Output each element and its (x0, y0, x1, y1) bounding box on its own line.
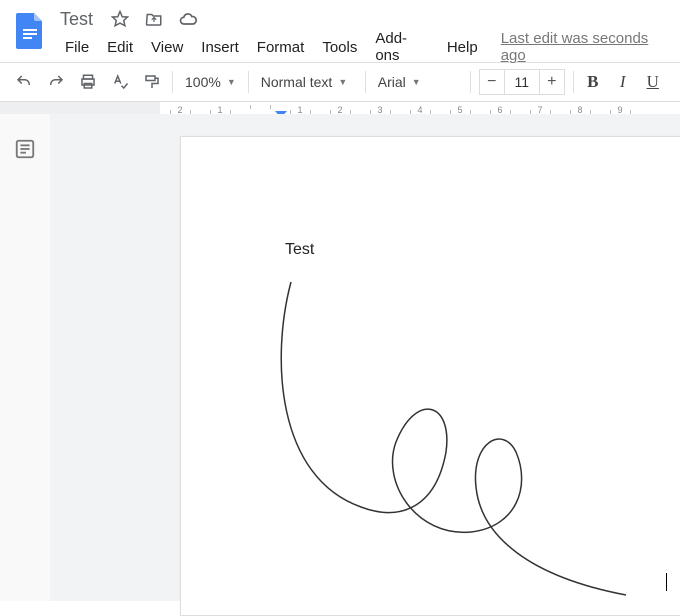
font-size-input[interactable] (505, 69, 539, 95)
ruler-tick: 9 (600, 105, 640, 115)
font-size-increase-button[interactable]: + (539, 69, 565, 95)
toolbar-separator (573, 71, 574, 93)
ruler-tick: 5 (440, 105, 480, 115)
menu-edit[interactable]: Edit (98, 35, 142, 60)
ruler-tick: 7 (520, 105, 560, 115)
scribble-drawing (271, 277, 671, 607)
menu-format[interactable]: Format (248, 35, 314, 60)
redo-button[interactable] (40, 67, 72, 97)
last-edit-link[interactable]: Last edit was seconds ago (487, 30, 670, 64)
menu-bar: File Edit View Insert Format Tools Add-o… (56, 32, 670, 62)
app-header: Test File Edit View Insert Format Tools … (0, 0, 680, 62)
star-icon[interactable] (109, 8, 131, 30)
italic-button[interactable]: I (608, 67, 638, 97)
font-value: Arial (378, 74, 406, 90)
bold-button[interactable]: B (578, 67, 608, 97)
title-row: Test (56, 6, 670, 32)
ruler-tick: 1 (200, 105, 240, 115)
left-sidebar (0, 114, 50, 601)
ruler-tick: 4 (400, 105, 440, 115)
underline-button[interactable]: U (638, 67, 668, 97)
paint-format-button[interactable] (136, 67, 168, 97)
caret-down-icon: ▼ (412, 77, 421, 87)
text-cursor (666, 573, 667, 591)
ruler-tick: 2 (160, 105, 200, 115)
undo-button[interactable] (8, 67, 40, 97)
document-title[interactable]: Test (56, 9, 97, 30)
font-dropdown[interactable]: Arial ▼ (370, 67, 466, 97)
caret-down-icon: ▼ (227, 77, 236, 87)
caret-down-icon: ▼ (338, 77, 347, 87)
toolbar-separator (248, 71, 249, 93)
menu-addons[interactable]: Add-ons (366, 26, 438, 68)
menu-help[interactable]: Help (438, 35, 487, 60)
spellcheck-button[interactable] (104, 67, 136, 97)
docs-logo[interactable] (10, 6, 50, 56)
toolbar-separator (365, 71, 366, 93)
body-text[interactable]: Test (285, 241, 314, 259)
document-page[interactable]: Test (180, 136, 680, 616)
outline-icon[interactable] (14, 138, 36, 601)
font-size-decrease-button[interactable]: − (479, 69, 505, 95)
title-area: Test File Edit View Insert Format Tools … (50, 6, 670, 62)
zoom-dropdown[interactable]: 100% ▼ (177, 67, 244, 97)
font-size-group: − + (479, 69, 565, 95)
cloud-status-icon[interactable] (177, 8, 199, 30)
menu-tools[interactable]: Tools (313, 35, 366, 60)
style-value: Normal text (261, 74, 333, 90)
styles-dropdown[interactable]: Normal text ▼ (253, 67, 361, 97)
toolbar-separator (470, 71, 471, 93)
move-icon[interactable] (143, 8, 165, 30)
toolbar-separator (172, 71, 173, 93)
ruler-tick: 6 (480, 105, 520, 115)
toolbar: 100% ▼ Normal text ▼ Arial ▼ − + B I U (0, 62, 680, 102)
workspace: Test (0, 114, 680, 601)
menu-insert[interactable]: Insert (192, 35, 248, 60)
print-button[interactable] (72, 67, 104, 97)
ruler-background: 2 1 1 2 3 4 5 6 7 8 9 (0, 102, 680, 114)
ruler-tick: 8 (560, 105, 600, 115)
ruler-tick: 2 (320, 105, 360, 115)
ruler-tick: 3 (360, 105, 400, 115)
menu-file[interactable]: File (56, 35, 98, 60)
zoom-value: 100% (185, 74, 221, 90)
menu-view[interactable]: View (142, 35, 192, 60)
